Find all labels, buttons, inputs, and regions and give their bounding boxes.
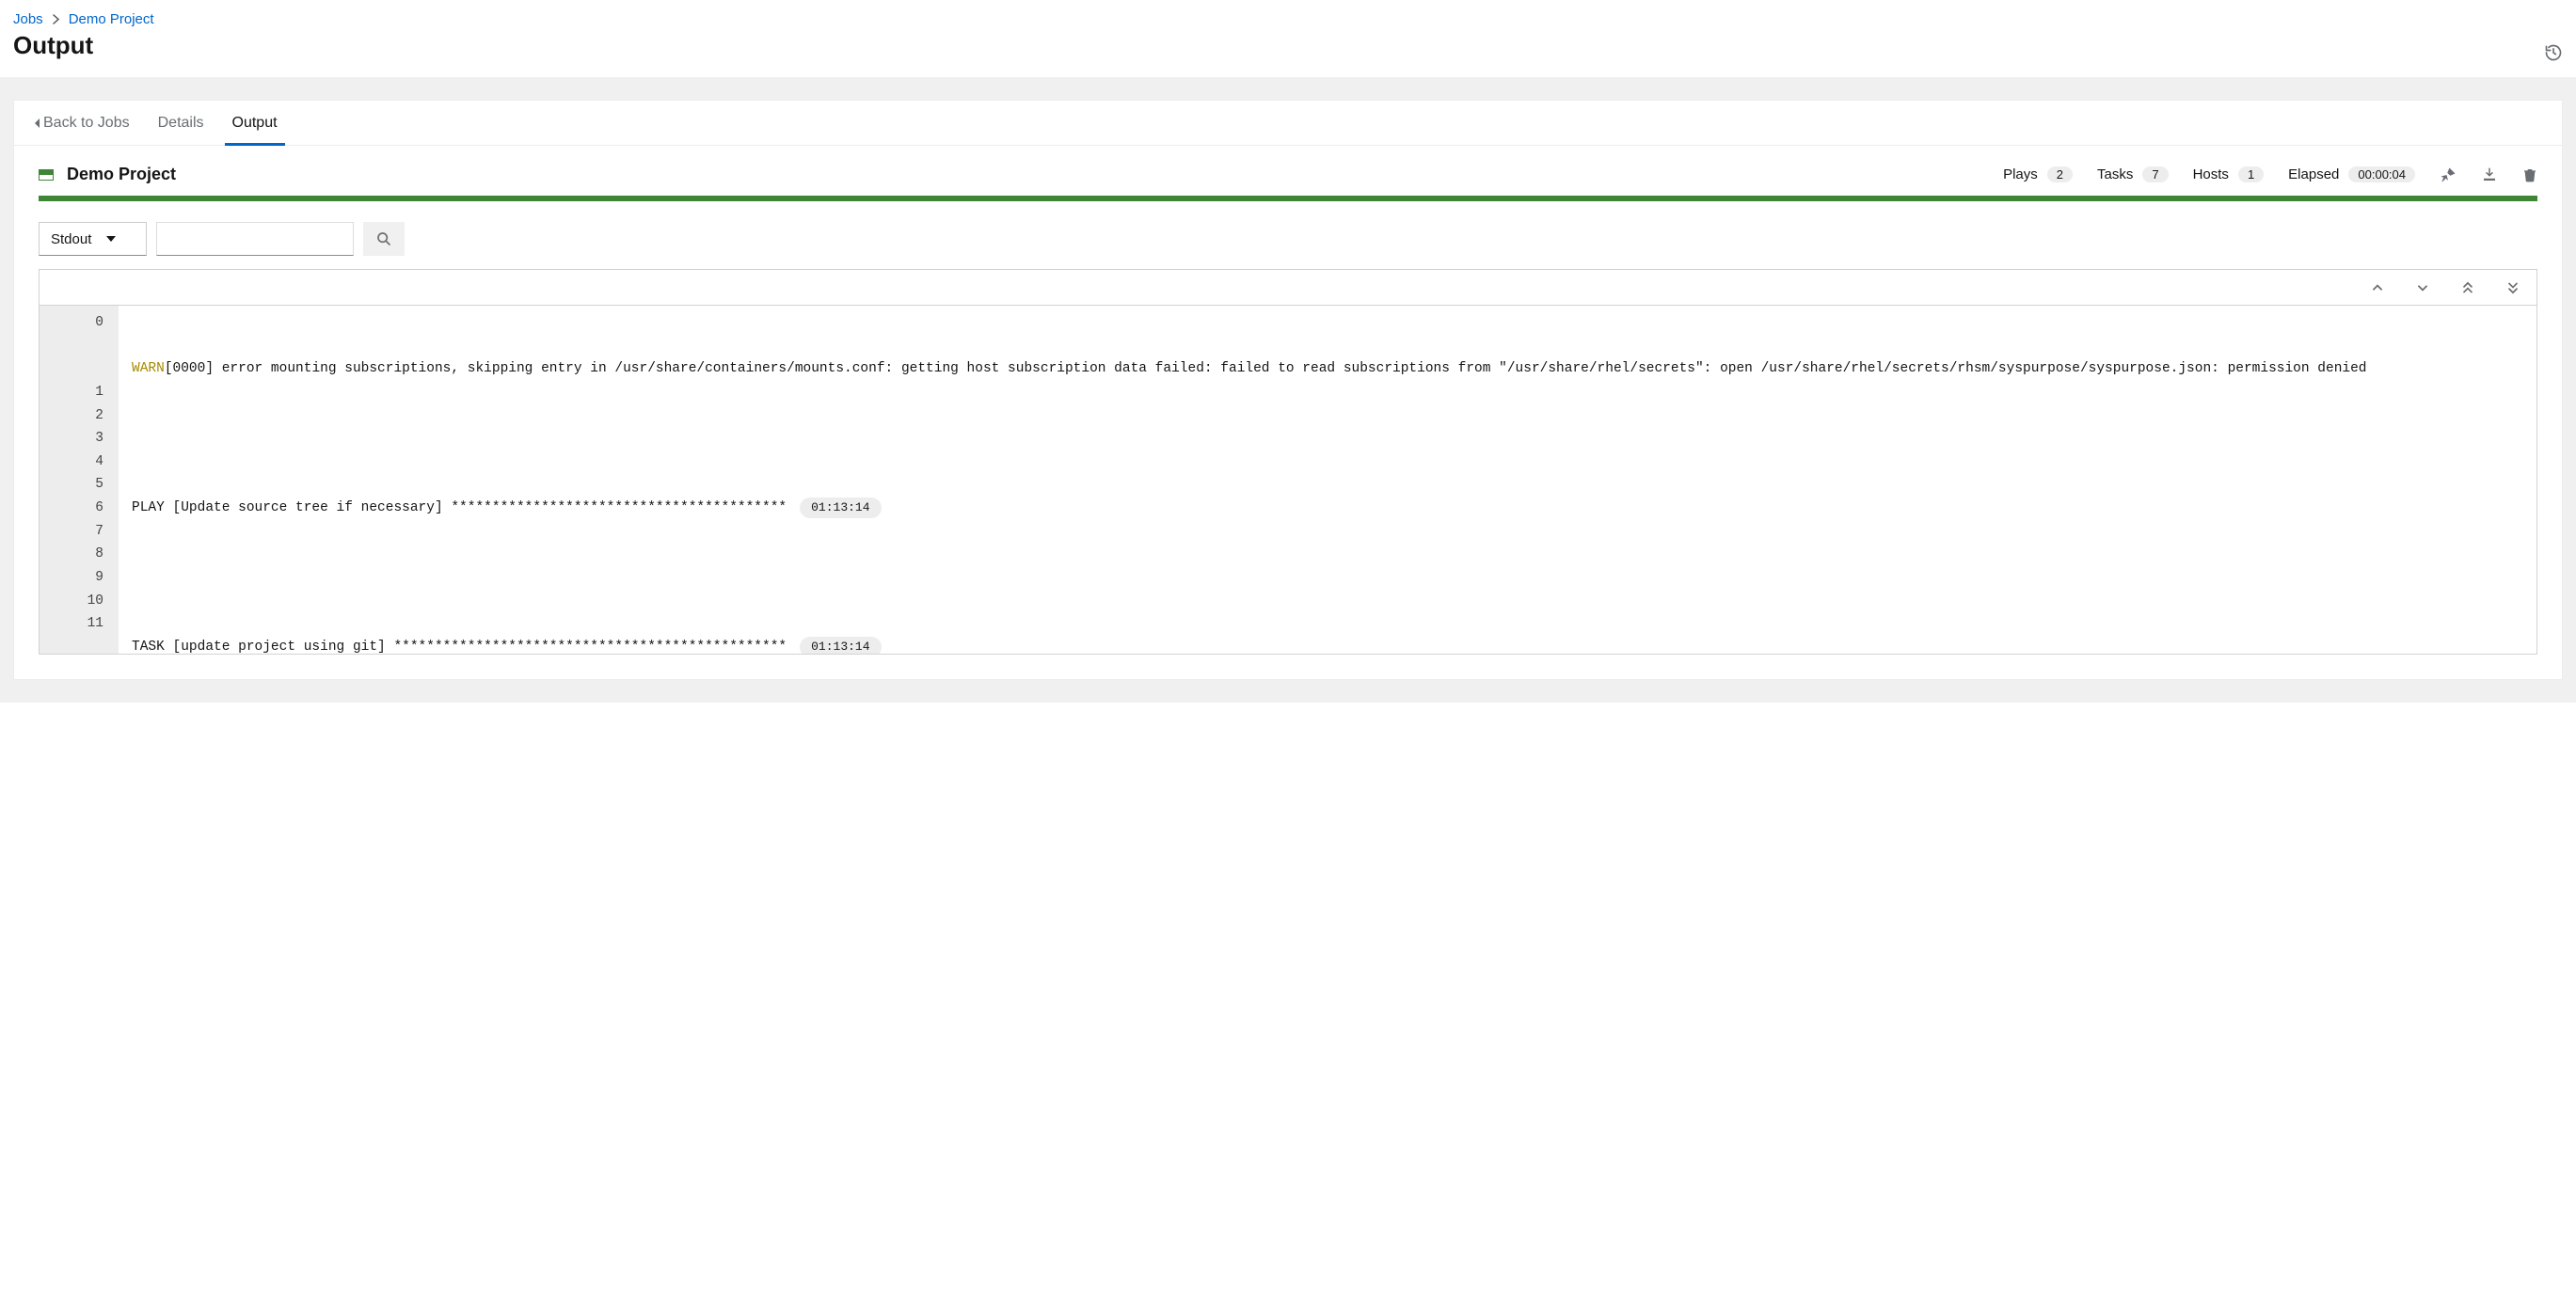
progress-bar <box>39 196 2537 201</box>
output-body[interactable]: 0 1 2 3 4 5 6 7 8 9 10 11 WARN[0000] e <box>40 306 2536 654</box>
filter-search-input[interactable] <box>156 222 354 256</box>
download-icon[interactable] <box>2481 166 2498 183</box>
breadcrumb-jobs-link[interactable]: Jobs <box>13 11 43 27</box>
history-icon[interactable] <box>2544 43 2563 62</box>
filter-search-button[interactable] <box>363 222 405 256</box>
log-time-4: 01:13:14 <box>800 637 881 654</box>
status-success-icon <box>39 169 54 181</box>
filter-select-value: Stdout <box>51 231 91 247</box>
scroll-prev-icon[interactable] <box>2371 281 2384 294</box>
line-number-gutter: 0 1 2 3 4 5 6 7 8 9 10 11 <box>40 306 119 654</box>
metric-tasks-label: Tasks <box>2097 166 2133 182</box>
metric-hosts-label: Hosts <box>2193 166 2229 182</box>
scroll-bottom-icon[interactable] <box>2506 280 2520 295</box>
log-line-0: [0000] error mounting subscriptions, ski… <box>165 361 2367 376</box>
tab-output[interactable]: Output <box>232 101 278 145</box>
metric-tasks: Tasks 7 <box>2097 166 2169 182</box>
trash-icon[interactable] <box>2522 166 2537 183</box>
log-line-2: PLAY [Update source tree if necessary] *… <box>132 497 787 520</box>
job-name: Demo Project <box>67 165 176 184</box>
output-panel: Back to Jobs Details Output Demo Project… <box>13 100 2563 680</box>
output-card: 0 1 2 3 4 5 6 7 8 9 10 11 WARN[0000] e <box>39 269 2537 655</box>
metric-hosts: Hosts 1 <box>2193 166 2265 182</box>
metric-elapsed: Elapsed 00:00:04 <box>2288 166 2415 182</box>
log-lines: WARN[0000] error mounting subscriptions,… <box>119 306 2536 654</box>
metric-elapsed-label: Elapsed <box>2288 166 2339 182</box>
metric-elapsed-value: 00:00:04 <box>2348 166 2415 182</box>
back-to-jobs-link[interactable]: Back to Jobs <box>35 115 130 132</box>
tabs-row: Back to Jobs Details Output <box>14 101 2562 146</box>
caret-down-icon <box>106 236 116 242</box>
metric-hosts-count: 1 <box>2238 166 2264 182</box>
metric-tasks-count: 7 <box>2142 166 2168 182</box>
filter-select[interactable]: Stdout <box>39 222 147 256</box>
page-title: Output <box>13 31 2563 60</box>
metric-plays-count: 2 <box>2047 166 2073 182</box>
log-warn-tag: WARN <box>132 361 165 376</box>
tab-details[interactable]: Details <box>158 101 204 145</box>
chevron-right-icon <box>53 14 59 24</box>
log-time-2: 01:13:14 <box>800 498 881 518</box>
breadcrumb: Jobs Demo Project <box>13 11 2563 27</box>
breadcrumb-project-link[interactable]: Demo Project <box>69 11 154 27</box>
scroll-next-icon[interactable] <box>2416 281 2429 294</box>
caret-left-icon <box>35 119 40 128</box>
log-line-4: TASK [update project using git] ********… <box>132 636 787 654</box>
back-to-jobs-label: Back to Jobs <box>43 115 130 132</box>
metric-plays-label: Plays <box>2003 166 2038 182</box>
scroll-top-icon[interactable] <box>2461 280 2474 295</box>
relaunch-icon[interactable] <box>2440 166 2457 183</box>
metric-plays: Plays 2 <box>2003 166 2073 182</box>
